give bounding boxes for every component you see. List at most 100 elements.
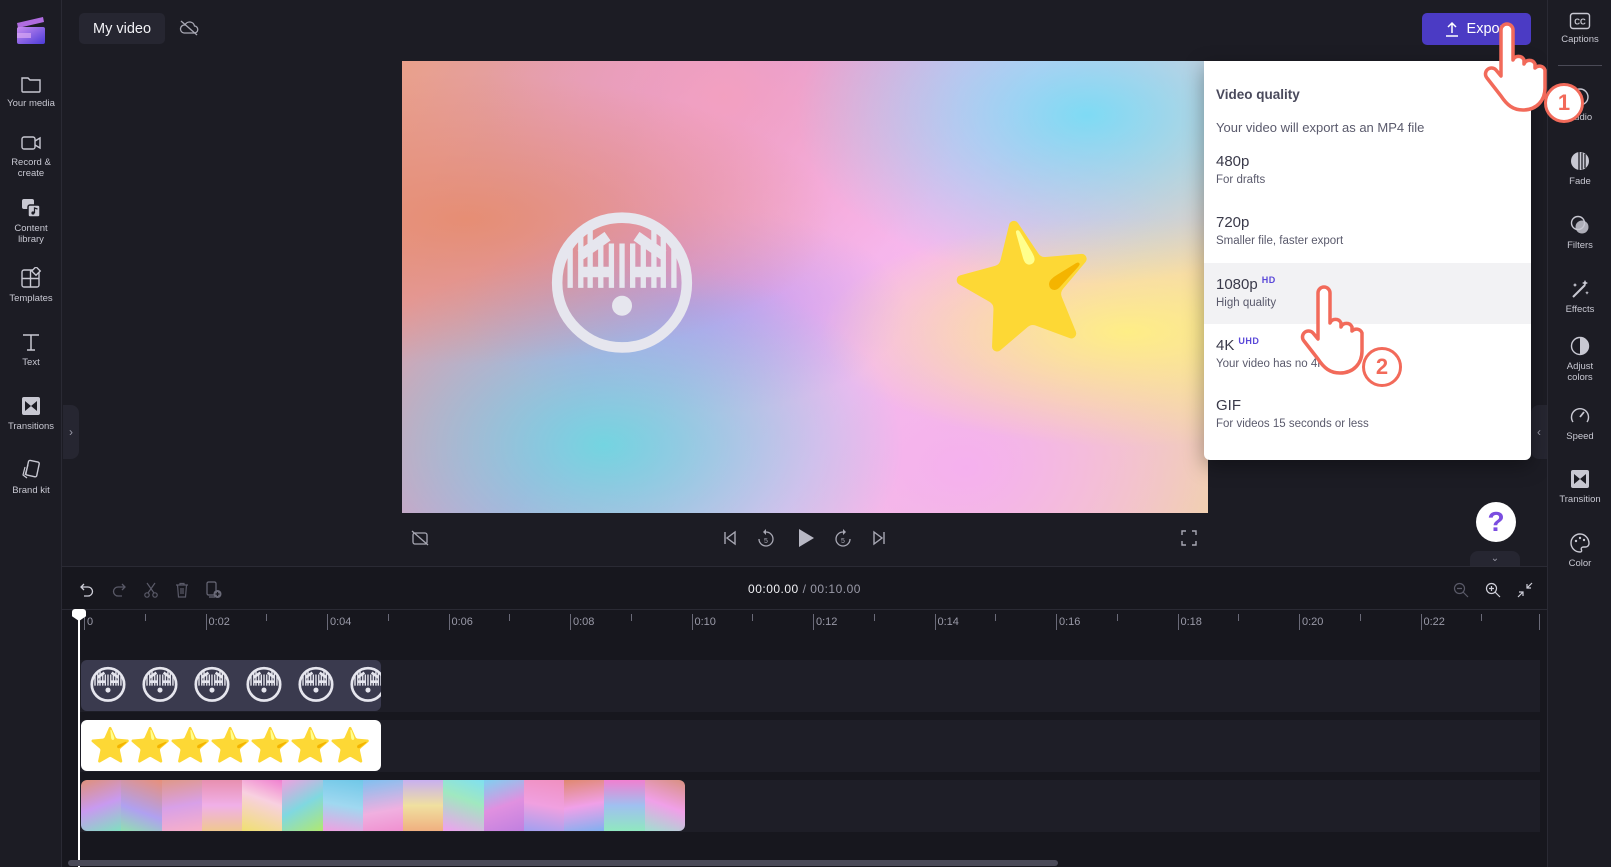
ruler-label: 0:22 [1423,616,1445,628]
rewind-5s-button[interactable]: 5 [754,526,778,550]
ruler-major-tick [1299,614,1300,630]
sidebar-item-speed[interactable]: Speed [1548,405,1611,442]
ruler-major-tick [1539,614,1540,630]
transition-icon [1571,470,1589,488]
skip-to-start-button[interactable] [718,526,742,550]
ruler-major-tick [813,614,814,630]
collapse-left-panel-button[interactable]: › [63,405,79,459]
timeline: 00:00.00 / 00:10.00 0 0:02 0:04 0:06 0:08 0:1… [62,566,1547,867]
ruler-minor-tick [1116,614,1118,621]
captions-off-icon [411,530,429,546]
sidebar-item-fade[interactable]: Fade [1548,150,1611,187]
chevron-left-icon: ‹ [1537,425,1541,439]
forward-5s-button[interactable]: 5 [831,526,855,550]
sidebar-divider [1558,65,1602,66]
quality-option-1080p[interactable]: 1080p HD High quality [1204,263,1531,324]
sidebar-item-transition[interactable]: Transition [1548,468,1611,505]
ruler-label: 0:04 [330,616,352,628]
filters-icon [1570,215,1589,234]
sidebar-item-label: Speed [1566,431,1594,442]
fit-timeline-button[interactable] [1514,579,1536,601]
sidebar-item-label: Captions [1561,34,1599,45]
brand-kit-icon [22,459,40,479]
sidebar-item-content-library[interactable]: Content library [0,197,62,245]
sidebar-item-effects[interactable]: Effects [1548,278,1611,315]
sidebar-item-label: Effects [1565,304,1595,315]
zoom-out-button[interactable] [1450,579,1472,601]
clip-thumbnail: 😳 [139,663,181,708]
sidebar-item-record-create[interactable]: Record & create [0,133,62,179]
play-icon [799,529,814,547]
play-button[interactable] [793,526,819,550]
skip-back-icon [724,530,736,546]
svg-text:5: 5 [764,538,768,545]
clip-thumbnail [403,780,444,831]
option-description: High quality [1216,297,1277,309]
sticker-clip-flushed-face[interactable]: 😳 😳 😳 😳 😳 😳 [81,660,381,711]
app-logo[interactable] [15,14,47,46]
export-label: Export [1466,21,1509,37]
playhead-line [78,609,80,867]
export-button[interactable]: Export [1422,13,1531,45]
video-preview[interactable]: 😳 ⭐ [402,61,1208,513]
timeline-scrollbar[interactable] [68,860,1058,866]
sidebar-item-label: Your media [7,98,55,109]
zoom-in-button[interactable] [1482,579,1504,601]
content-library-icon [22,199,41,218]
sidebar-item-label: Transition [1559,494,1601,505]
sidebar-item-captions[interactable]: CC Captions [1548,12,1611,45]
ruler-minor-tick [144,614,146,621]
sidebar-item-your-media[interactable]: Your media [0,74,62,109]
sidebar-item-brand-kit[interactable]: Brand kit [0,459,62,496]
ruler-label: 0:10 [694,616,716,628]
fade-icon [1571,152,1589,170]
export-quality-menu: Video quality Your video will export as … [1204,61,1531,460]
ruler-major-tick [570,614,571,630]
sidebar-item-filters[interactable]: Filters [1548,214,1611,251]
sidebar-item-color[interactable]: Color [1548,532,1611,569]
sidebar-item-label: Transitions [7,421,55,432]
project-title-input[interactable]: My video [79,13,165,44]
text-icon [23,334,39,351]
sidebar-item-label: Fade [1569,176,1591,187]
quality-option-gif[interactable]: GIF For videos 15 seconds or less [1204,385,1531,446]
ruler-label: 0:14 [937,616,959,628]
ruler-label: 0:12 [816,616,838,628]
toggle-captions-preview-button[interactable] [408,526,432,550]
forward-5-icon: 5 [835,529,851,547]
star-sticker[interactable]: ⭐ [939,205,1109,367]
help-button[interactable]: ? [1476,502,1516,542]
sidebar-item-adjust-colors[interactable]: Adjust colors [1548,335,1611,383]
clip-thumbnail: ⭐ [329,726,372,765]
sidebar-item-templates[interactable]: Templates [0,267,62,304]
quality-option-720p[interactable]: 720p Smaller file, faster export [1204,202,1531,263]
hd-badge: HD [1261,275,1276,285]
sticker-clip-star[interactable]: ⭐ ⭐ ⭐ ⭐ ⭐ ⭐ ⭐ [81,720,381,771]
collapse-timeline-button[interactable]: ⌄ [1470,551,1520,566]
ruler-label: 0:20 [1302,616,1324,628]
clip-thumbnail: ⭐ [289,726,332,765]
adjust-colors-icon [1570,336,1590,356]
skip-to-end-button[interactable] [867,526,891,550]
collapse-right-panel-button[interactable]: ‹ [1531,405,1547,459]
sidebar-item-transitions[interactable]: Transitions [0,395,62,432]
speed-icon [1570,407,1590,423]
sidebar-item-text[interactable]: Text [0,331,62,368]
fullscreen-button[interactable] [1177,526,1201,550]
background-clip[interactable] [81,780,685,831]
ruler-minor-tick [509,614,511,621]
option-name: 1080p [1216,276,1258,293]
quality-option-480p[interactable]: 480p For drafts [1204,141,1531,202]
sidebar-item-label: Templates [9,293,53,304]
option-description: For drafts [1216,174,1266,186]
ruler-minor-tick [752,614,754,621]
clip-thumbnail [201,780,243,831]
ruler-minor-tick [1238,614,1240,621]
ruler-minor-tick [1359,614,1361,621]
time-ruler[interactable]: 0 0:02 0:04 0:06 0:08 0:10 0:12 0:14 0:16 0:18 0:2… [62,609,1547,633]
clip-thumbnail [161,780,202,831]
clip-thumbnail: 😳 [295,663,337,708]
cloud-sync-button[interactable] [176,15,202,41]
effects-icon [1572,280,1589,298]
flushed-face-sticker[interactable]: 😳 [528,192,716,380]
